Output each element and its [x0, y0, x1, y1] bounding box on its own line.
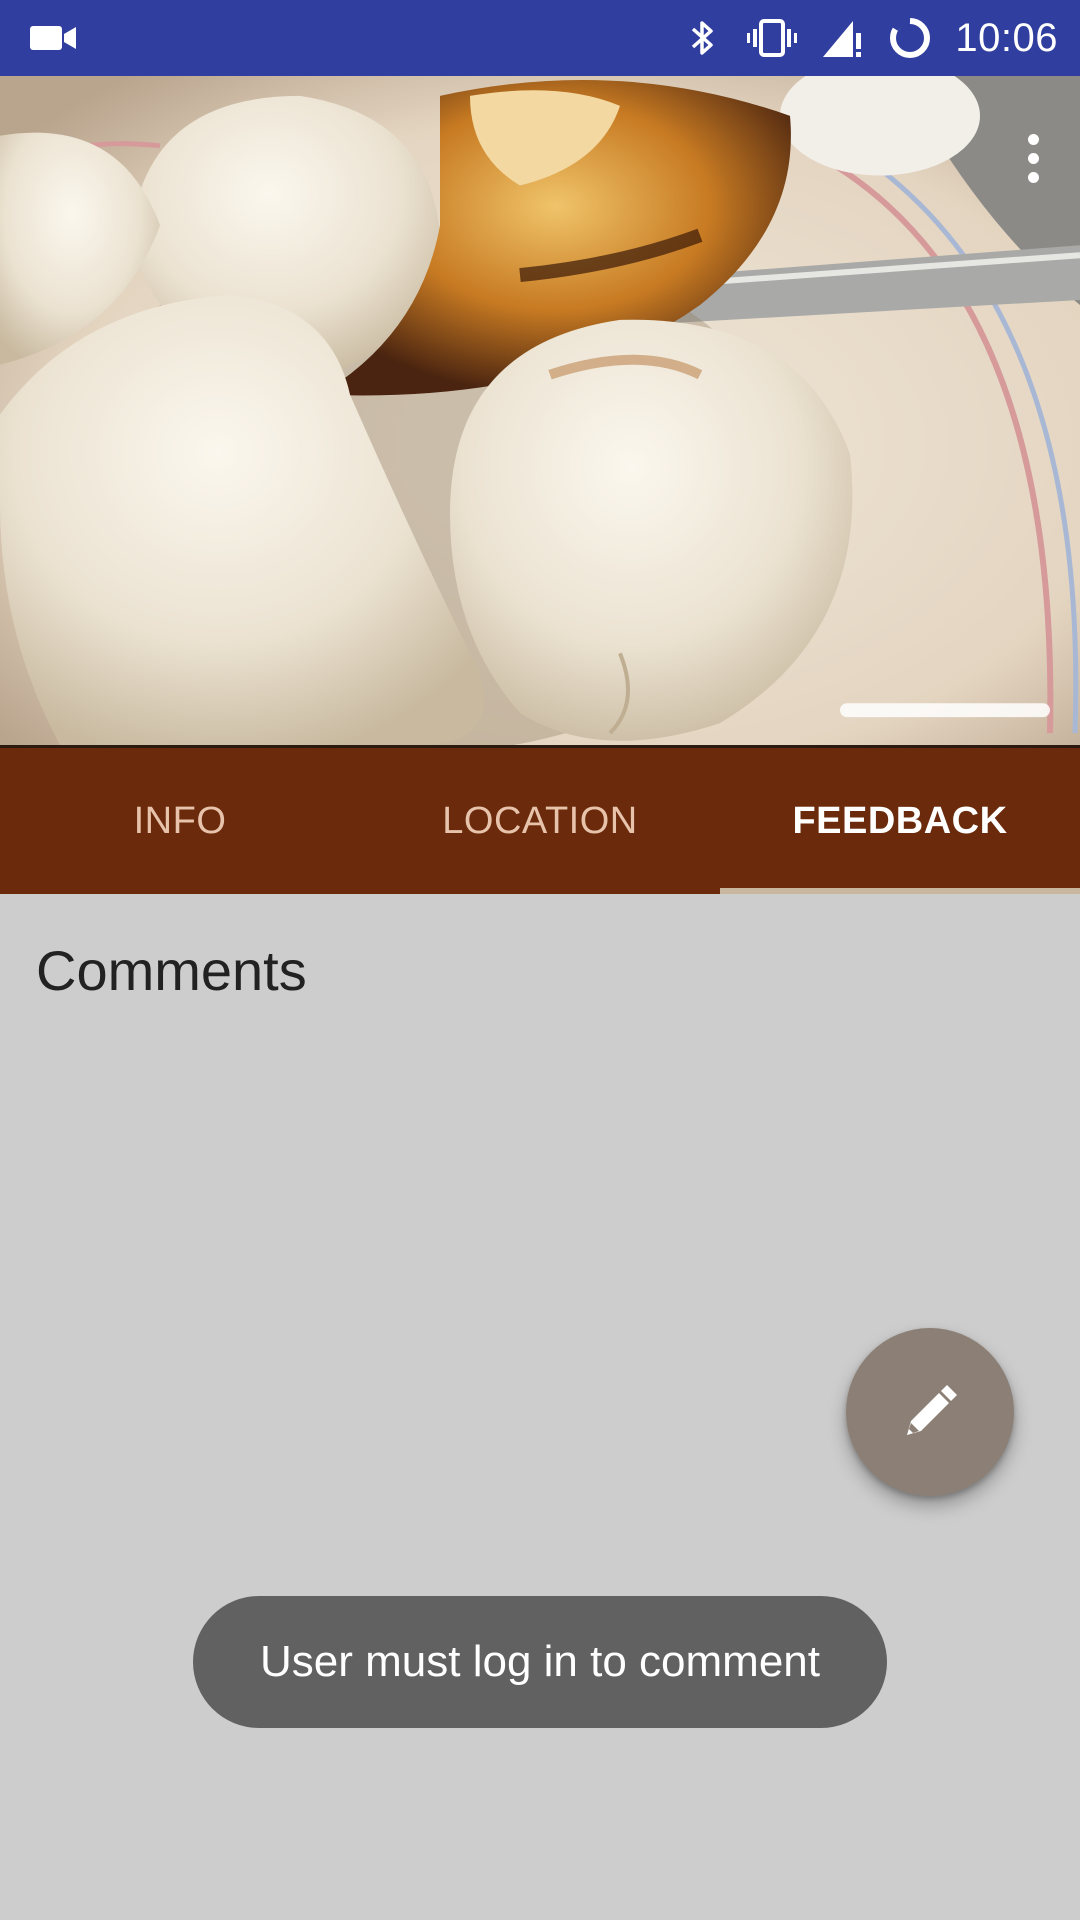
tab-bar: INFO LOCATION FEEDBACK [0, 748, 1080, 894]
tab-location[interactable]: LOCATION [360, 748, 720, 894]
video-camera-icon [28, 20, 80, 56]
status-bar: 10:06 [0, 0, 1080, 76]
tab-feedback[interactable]: FEEDBACK [720, 748, 1080, 894]
more-vert-icon[interactable] [1006, 116, 1060, 200]
app-screen: 10:06 INFO LOCATION FEEDBACK Comments Us… [0, 0, 1080, 1920]
dish-photo [0, 76, 1080, 748]
status-time: 10:06 [955, 15, 1058, 60]
signal-alert-icon [821, 15, 865, 61]
add-comment-button[interactable] [846, 1328, 1014, 1496]
bluetooth-icon [683, 15, 723, 61]
vibrate-icon [745, 15, 799, 61]
comments-heading: Comments [36, 939, 307, 1002]
tab-feedback-label: FEEDBACK [792, 799, 1008, 842]
status-icons: 10:06 [683, 0, 1058, 76]
tab-info[interactable]: INFO [0, 748, 360, 894]
toast-message: User must log in to comment [260, 1637, 820, 1686]
tab-location-label: LOCATION [442, 799, 638, 842]
active-tab-indicator [720, 888, 1080, 894]
pencil-icon [907, 1385, 957, 1435]
login-required-toast: User must log in to comment [193, 1596, 887, 1728]
sync-icon [887, 15, 933, 61]
tab-info-label: INFO [133, 799, 227, 842]
